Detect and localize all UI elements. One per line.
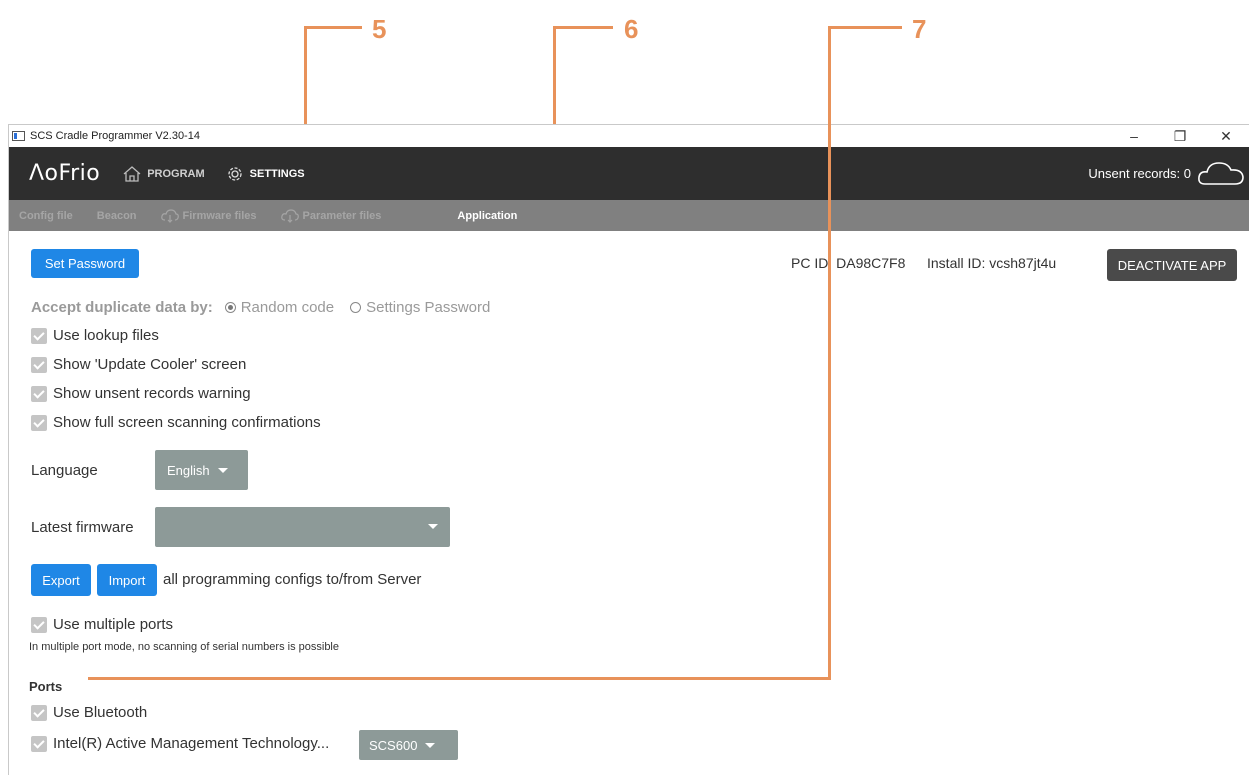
language-select[interactable]: English <box>155 450 248 490</box>
install-id: Install ID: vcsh87jt4u <box>927 255 1057 271</box>
chevron-down-icon <box>428 524 438 529</box>
checkbox-icon <box>31 327 47 344</box>
title-bar: SCS Cradle Programmer V2.30-14 – ❐ ✕ <box>9 125 1249 147</box>
callout-7-horizontal <box>828 26 902 29</box>
app-icon <box>12 131 25 141</box>
nav-program[interactable]: PROGRAM <box>122 165 205 183</box>
radio-checked-icon <box>224 302 236 313</box>
subnav-config-file-label: Config file <box>19 209 73 222</box>
language-select-value: English <box>167 462 210 478</box>
check-full-screen-confirmations[interactable]: Show full screen scanning confirmations <box>31 414 321 431</box>
radio-settings-password[interactable]: Settings Password <box>350 299 490 316</box>
cloud-download-icon <box>160 208 179 223</box>
pc-id: PC ID: DA98C7F8 <box>791 255 906 271</box>
latest-firmware-label: Latest firmware <box>31 519 134 536</box>
check-use-multiple-ports[interactable]: Use multiple ports <box>31 616 173 633</box>
check-use-bluetooth[interactable]: Use Bluetooth <box>31 704 147 721</box>
check-show-unsent-warning[interactable]: Show unsent records warning <box>31 385 251 402</box>
intel-port-select[interactable]: SCS600 <box>359 730 458 760</box>
check-show-unsent-warning-label: Show unsent records warning <box>53 385 251 402</box>
maximize-button[interactable]: ❐ <box>1157 128 1203 145</box>
callout-7: 7 <box>912 14 927 44</box>
configs-server-text: all programming configs to/from Server <box>163 571 422 588</box>
check-full-screen-confirmations-label: Show full screen scanning confirmations <box>53 414 321 431</box>
check-intel-port-label: Intel(R) Active Management Technology... <box>53 735 330 752</box>
subnav-beacon-label: Beacon <box>96 209 137 222</box>
application-settings: Set Password PC ID: DA98C7F8 Install ID:… <box>9 231 1249 775</box>
checkbox-icon <box>31 414 47 431</box>
check-use-lookup-files-label: Use lookup files <box>53 327 159 344</box>
subnav-parameter-files[interactable]: Parameter files <box>280 208 382 223</box>
deactivate-app-button[interactable]: DEACTIVATE APP <box>1107 249 1237 281</box>
ports-heading: Ports <box>29 679 63 694</box>
aofrio-logo: ΛoFrio <box>29 161 101 186</box>
cloud-icon[interactable] <box>1197 160 1245 186</box>
intel-port-select-value: SCS600 <box>369 737 418 753</box>
subnav-application[interactable]: Application <box>457 210 517 222</box>
cloud-download-icon <box>280 208 299 223</box>
checkbox-icon <box>31 385 47 402</box>
nav-settings-label: SETTINGS <box>249 167 305 180</box>
check-show-update-cooler-label: Show 'Update Cooler' screen <box>53 356 247 373</box>
subnav-beacon[interactable]: Beacon <box>97 210 137 222</box>
subnav-config-file[interactable]: Config file <box>19 210 73 222</box>
checkbox-icon <box>31 356 47 373</box>
multi-port-note: In multiple port mode, no scanning of se… <box>29 641 339 653</box>
check-intel-port[interactable]: Intel(R) Active Management Technology... <box>31 735 329 752</box>
home-icon <box>123 165 141 182</box>
accept-duplicate-row: Accept duplicate data by: Random code Se… <box>31 299 506 316</box>
export-button[interactable]: Export <box>31 564 91 596</box>
set-password-button[interactable]: Set Password <box>31 249 139 278</box>
check-use-lookup-files[interactable]: Use lookup files <box>31 327 159 344</box>
language-label: Language <box>31 462 98 479</box>
callout-5: 5 <box>372 14 387 44</box>
checkbox-icon <box>31 704 47 721</box>
radio-random-code-label: Random code <box>240 299 335 316</box>
callout-7-vertical <box>828 26 831 680</box>
radio-settings-password-label: Settings Password <box>366 299 491 316</box>
top-navigation: ΛoFrio PROGRAM SETTINGS Unsent records: … <box>9 147 1249 200</box>
subnav-firmware-files-label: Firmware files <box>182 209 257 222</box>
check-show-update-cooler[interactable]: Show 'Update Cooler' screen <box>31 356 246 373</box>
nav-program-label: PROGRAM <box>147 167 205 180</box>
callout-7-bottom <box>88 677 831 680</box>
subnav-parameter-files-label: Parameter files <box>302 209 382 222</box>
checkbox-icon <box>31 616 47 633</box>
nav-settings[interactable]: SETTINGS <box>225 164 305 184</box>
minimize-button[interactable]: – <box>1111 128 1157 144</box>
chevron-down-icon <box>425 742 436 748</box>
latest-firmware-select[interactable] <box>155 507 450 547</box>
callout-5-horizontal <box>304 26 362 29</box>
unsent-records: Unsent records: 0 <box>1088 166 1191 181</box>
radio-unchecked-icon <box>350 302 362 313</box>
subnav-firmware-files[interactable]: Firmware files <box>160 208 257 223</box>
check-use-bluetooth-label: Use Bluetooth <box>53 704 148 721</box>
subnav-application-label: Application <box>457 209 518 222</box>
callout-6-horizontal <box>553 26 613 29</box>
checkbox-icon <box>31 735 47 752</box>
accept-duplicate-label: Accept duplicate data by: <box>31 299 213 316</box>
chevron-down-icon <box>217 467 228 473</box>
check-use-multiple-ports-label: Use multiple ports <box>53 616 174 633</box>
settings-subnav: Config file Beacon Firmware files Parame… <box>9 200 1249 231</box>
window-title: SCS Cradle Programmer V2.30-14 <box>30 130 200 142</box>
gear-icon <box>227 166 242 181</box>
callout-6: 6 <box>624 14 639 44</box>
close-button[interactable]: ✕ <box>1203 128 1249 145</box>
import-button[interactable]: Import <box>97 564 157 596</box>
radio-random-code[interactable]: Random code <box>224 299 335 316</box>
